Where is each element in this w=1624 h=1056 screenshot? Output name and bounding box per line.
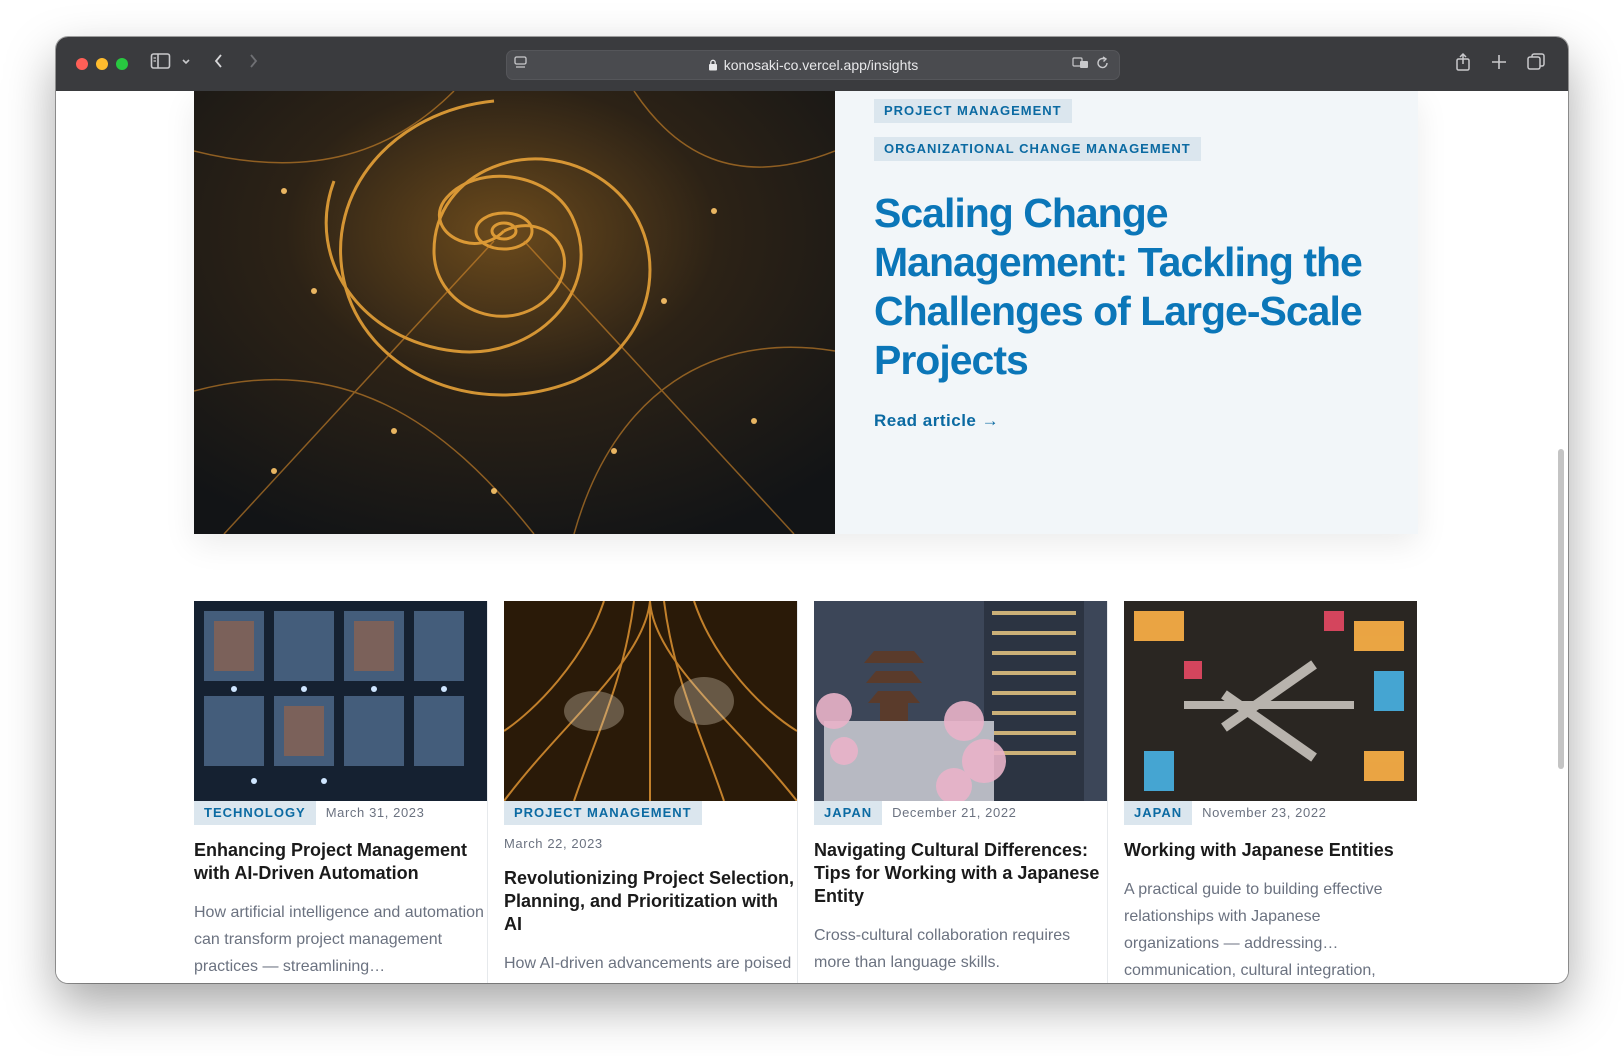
page-content: PROJECT MANAGEMENT ORGANIZATIONAL CHANGE… [56, 91, 1568, 983]
featured-tags: PROJECT MANAGEMENT ORGANIZATIONAL CHANGE… [874, 99, 1394, 175]
minimize-window-button[interactable] [96, 58, 108, 70]
article-card-tag[interactable]: JAPAN [1124, 801, 1193, 825]
featured-article-image[interactable] [194, 91, 835, 534]
vertical-scrollbar[interactable] [1558, 449, 1564, 769]
new-tab-icon[interactable] [1490, 52, 1508, 72]
article-card-title[interactable]: Enhancing Project Management with AI-Dri… [194, 839, 487, 885]
article-card-date: November 23, 2022 [1202, 805, 1327, 820]
article-card-title[interactable]: Working with Japanese Entities [1124, 839, 1417, 862]
article-card-tag[interactable]: PROJECT MANAGEMENT [504, 801, 702, 825]
chevron-down-icon[interactable] [180, 52, 192, 70]
article-card-title[interactable]: Revolutionizing Project Selection, Plann… [504, 867, 797, 936]
featured-article-title[interactable]: Scaling Change Management: Tackling the … [874, 189, 1394, 385]
article-grid: TECHNOLOGY March 31, 2023 Enhancing Proje… [194, 601, 1418, 983]
forward-icon[interactable] [246, 52, 260, 70]
article-card-meta: JAPAN December 21, 2022 [814, 801, 1107, 825]
article-card-meta: JAPAN November 23, 2022 [1124, 801, 1417, 825]
tab-overview-icon[interactable] [1526, 52, 1546, 72]
article-card-meta: PROJECT MANAGEMENT [504, 801, 797, 825]
url-text: konosaki-co.vercel.app/insights [723, 57, 919, 73]
featured-article-body: PROJECT MANAGEMENT ORGANIZATIONAL CHANGE… [874, 99, 1394, 431]
article-card-date: December 21, 2022 [892, 805, 1017, 820]
article-card[interactable]: JAPAN November 23, 2022 Working with Japa… [1124, 601, 1417, 983]
url-display[interactable]: konosaki-co.vercel.app/insights [507, 51, 1119, 80]
article-card-image[interactable] [194, 601, 487, 801]
sidebar-toggle-icon[interactable] [150, 52, 172, 70]
lock-icon [708, 52, 718, 80]
close-window-button[interactable] [76, 58, 88, 70]
article-card[interactable]: JAPAN December 21, 2022 Navigating Cultur… [814, 601, 1108, 983]
article-card-image[interactable] [814, 601, 1107, 801]
zoom-window-button[interactable] [116, 58, 128, 70]
article-card-meta: TECHNOLOGY March 31, 2023 [194, 801, 487, 825]
article-card-tag[interactable]: JAPAN [814, 801, 883, 825]
browser-window: konosaki-co.vercel.app/insights PROJECT … [56, 37, 1568, 983]
back-icon[interactable] [212, 52, 226, 70]
article-card-date: March 31, 2023 [325, 805, 425, 820]
article-card-excerpt: How artificial intelligence and automati… [194, 904, 484, 975]
browser-toolbar: konosaki-co.vercel.app/insights [56, 37, 1568, 92]
tag-project-management[interactable]: PROJECT MANAGEMENT [874, 99, 1072, 123]
article-card-image[interactable] [1124, 601, 1417, 801]
article-card-image[interactable] [504, 601, 797, 801]
article-card-date: March 22, 2023 [504, 836, 603, 851]
article-card[interactable]: TECHNOLOGY March 31, 2023 Enhancing Proje… [194, 601, 488, 983]
share-icon[interactable] [1454, 52, 1472, 72]
address-bar[interactable]: konosaki-co.vercel.app/insights [506, 50, 1120, 80]
reload-icon[interactable] [1095, 54, 1111, 72]
article-card-tag[interactable]: TECHNOLOGY [194, 801, 316, 825]
article-card-excerpt: Cross-cultural collaboration requires mo… [814, 927, 1071, 971]
article-card-excerpt: A practical guide to building effective … [1124, 881, 1383, 979]
article-card[interactable]: PROJECT MANAGEMENT March 22, 2023 Revolu… [504, 601, 798, 983]
tag-organizational-change-management[interactable]: ORGANIZATIONAL CHANGE MANAGEMENT [874, 137, 1201, 161]
featured-article[interactable]: PROJECT MANAGEMENT ORGANIZATIONAL CHANGE… [194, 91, 1418, 534]
read-article-link[interactable]: Read article → [874, 411, 999, 431]
article-card-title[interactable]: Navigating Cultural Differences: Tips fo… [814, 839, 1107, 908]
article-card-excerpt: How AI-driven advancements are poised to… [504, 955, 792, 983]
translate-icon[interactable] [1071, 54, 1091, 72]
